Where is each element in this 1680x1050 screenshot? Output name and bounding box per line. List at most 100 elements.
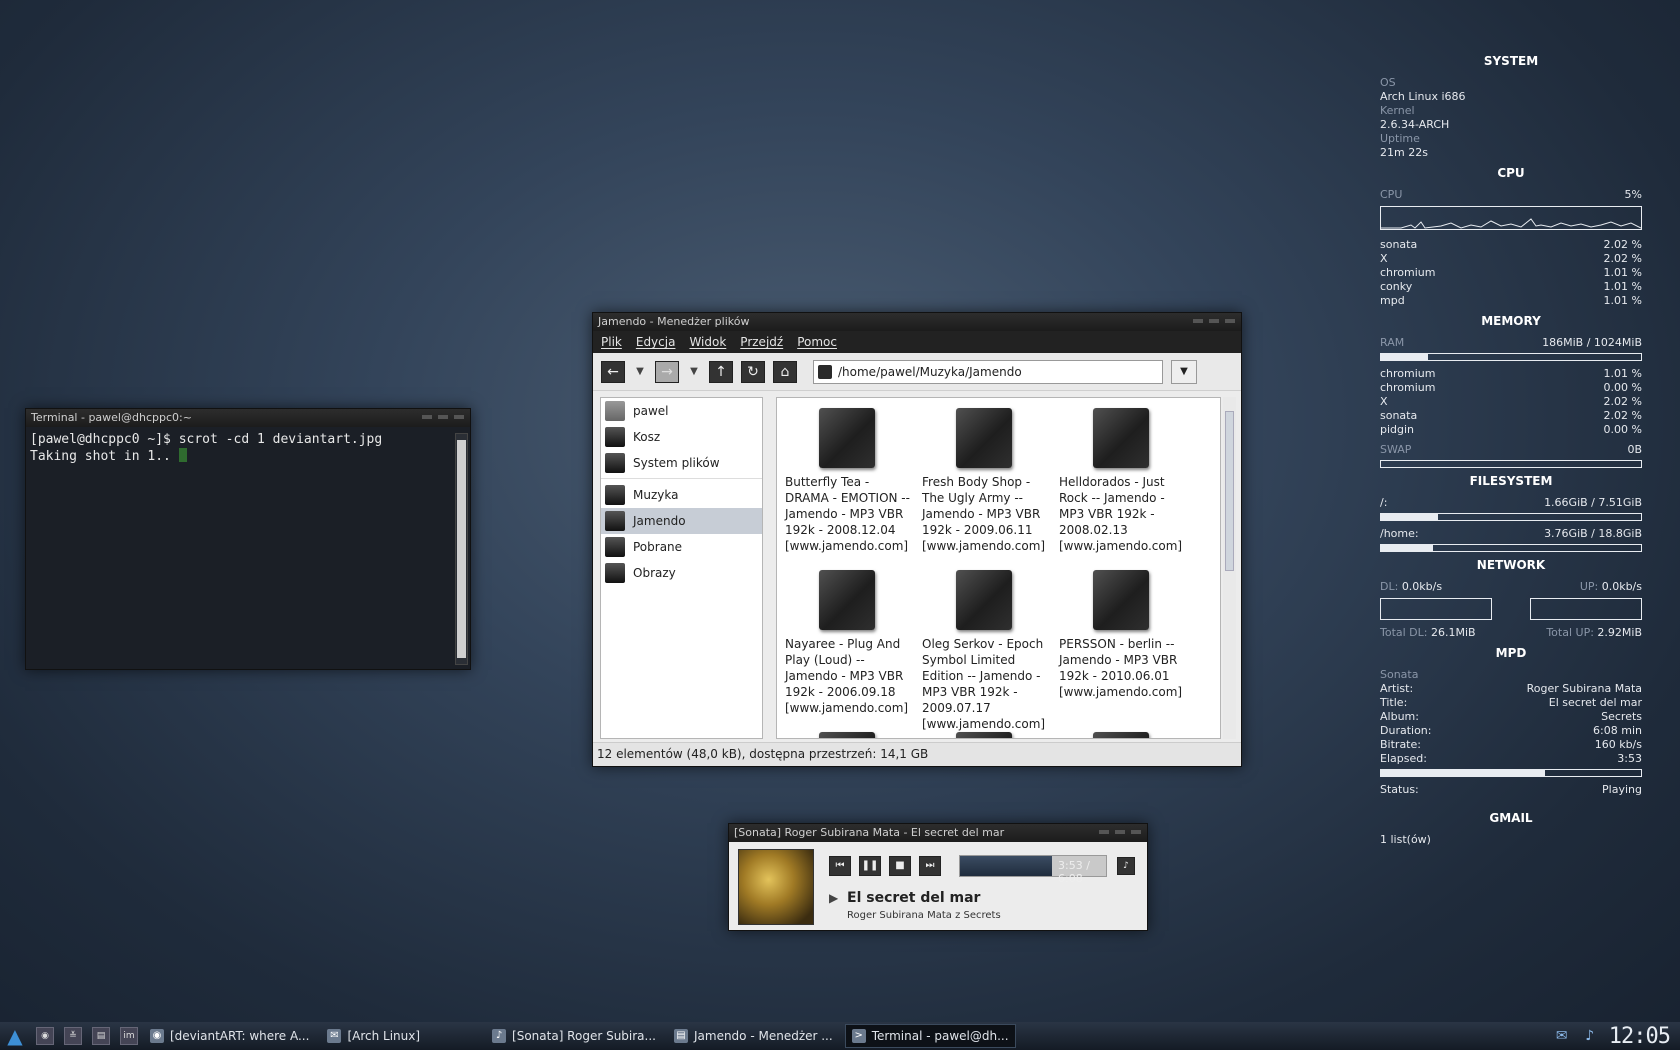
bitrate-value: 160 kb/s (1594, 738, 1642, 751)
back-button[interactable]: ← (601, 360, 625, 383)
file-item[interactable] (922, 732, 1047, 738)
file-item[interactable]: Oleg Serkov - Epoch Symbol Limited Editi… (922, 570, 1047, 732)
volume-button[interactable]: ♪ (1117, 857, 1135, 875)
folder-icon (819, 732, 875, 738)
sidebar-item-system-plikow[interactable]: System plików (601, 450, 762, 476)
menu-przejdz[interactable]: Przejdź (740, 335, 783, 349)
root-label: /: (1380, 496, 1388, 509)
file-item[interactable]: Butterfly Tea - DRAMA - EMOTION -- Jamen… (785, 408, 910, 554)
file-item-label: PERSSON - berlin -- Jamendo - MP3 VBR 19… (1059, 637, 1183, 699)
minimize-button[interactable] (1193, 319, 1203, 323)
file-item[interactable]: PERSSON - berlin -- Jamendo - MP3 VBR 19… (1059, 570, 1184, 700)
chat-tray-icon[interactable]: ✉ (1553, 1028, 1571, 1044)
sidebar-item-jamendo[interactable]: Jamendo (601, 508, 762, 534)
sonata-title: [Sonata] Roger Subirana Mata - El secret… (734, 826, 1005, 839)
file-manager-titlebar[interactable]: Jamendo - Menedżer plików (593, 313, 1241, 331)
up-value: 0.0kb/s (1601, 580, 1642, 593)
folder-icon (605, 485, 625, 505)
home-label: /home: (1380, 527, 1419, 540)
file-manager-window[interactable]: Jamendo - Menedżer plików Plik Edycja Wi… (592, 312, 1242, 767)
system-tray: ✉ ♪ 12:05 (1553, 1024, 1671, 1049)
minimize-button[interactable] (422, 415, 432, 419)
menu-pomoc[interactable]: Pomoc (797, 335, 837, 349)
im-launcher-icon[interactable]: im (120, 1027, 138, 1045)
path-bar[interactable]: /home/pawel/Muzyka/Jamendo (813, 359, 1163, 384)
file-manager-launcher-icon[interactable]: ▤ (92, 1027, 110, 1045)
cpu-proc-name: X (1380, 252, 1388, 265)
maximize-button[interactable] (438, 415, 448, 419)
progress-text: 3:53 / 6:08 (1058, 859, 1090, 885)
menu-widok[interactable]: Widok (689, 335, 726, 349)
file-item[interactable]: Fresh Body Shop - The Ugly Army -- Jamen… (922, 408, 1047, 554)
next-button[interactable]: ⏭ (919, 856, 941, 876)
maximize-button[interactable] (1115, 830, 1125, 834)
cpu-proc-name: chromium (1380, 266, 1436, 279)
back-history-dropdown[interactable]: ▼ (633, 366, 647, 377)
sidebar-item-muzyka[interactable]: Muzyka (601, 482, 762, 508)
terminal-output[interactable]: [pawel@dhcppc0 ~]$ scrot -cd 1 deviantar… (30, 431, 452, 665)
sonata-titlebar[interactable]: [Sonata] Roger Subirana Mata - El secret… (729, 824, 1147, 842)
sidebar-item-label: Obrazy (633, 566, 676, 580)
kernel-value: 2.6.34-ARCH (1380, 118, 1450, 131)
folder-icon (818, 364, 832, 379)
status-value: Playing (1602, 783, 1642, 796)
folder-icon (956, 570, 1012, 630)
taskbar-task[interactable]: > Terminal - pawel@dh... (844, 1024, 1016, 1048)
stop-button[interactable]: ■ (889, 856, 911, 876)
file-item[interactable]: Helldorados - Just Rock -- Jamendo - MP3… (1059, 408, 1184, 554)
clock[interactable]: 12:05 (1609, 1024, 1671, 1049)
sidebar-item-pawel[interactable]: pawel (601, 398, 762, 424)
forward-history-dropdown[interactable]: ▼ (687, 366, 701, 377)
browser-launcher-icon[interactable]: ◉ (36, 1027, 54, 1045)
previous-button[interactable]: ⏮ (829, 856, 851, 876)
taskbar: ▲ ◉ ≚ ▤ im ◉ [deviantART: where A... ✉ [Ar… (0, 1022, 1680, 1050)
menu-plik[interactable]: Plik (601, 335, 622, 349)
album-art[interactable] (738, 849, 814, 925)
terminal-scrollbar[interactable] (455, 433, 468, 665)
pause-button[interactable]: ❚❚ (859, 856, 881, 876)
up-button[interactable]: ↑ (709, 360, 733, 383)
ram-value: 186MiB / 1024MiB (1542, 336, 1642, 349)
file-item[interactable]: Nayaree - Plug And Play (Loud) -- Jamend… (785, 570, 910, 716)
sonata-window[interactable]: [Sonata] Roger Subirana Mata - El secret… (728, 823, 1148, 931)
maximize-button[interactable] (1209, 319, 1219, 323)
terminal-titlebar[interactable]: Terminal - pawel@dhcppc0:~ (26, 409, 470, 427)
minimize-button[interactable] (1099, 830, 1109, 834)
network-title: NETWORK (1476, 558, 1546, 572)
mpd-title: MPD (1495, 646, 1527, 660)
file-grid-scrollbar[interactable] (1223, 397, 1236, 739)
sidebar-item-obrazy[interactable]: Obrazy (601, 560, 762, 586)
total-up-label: Total UP: (1546, 626, 1594, 639)
task-label: [Arch Linux] (347, 1029, 421, 1043)
sidebar-item-kosz[interactable]: Kosz (601, 424, 762, 450)
home-button[interactable]: ⌂ (773, 360, 797, 383)
total-dl-value: 26.1MiB (1431, 626, 1476, 639)
menu-edycja[interactable]: Edycja (636, 335, 676, 349)
folder-icon (819, 570, 875, 630)
taskbar-task[interactable]: ♪ [Sonata] Roger Subira... (486, 1024, 662, 1048)
path-dropdown-button[interactable]: ▼ (1171, 359, 1197, 384)
close-button[interactable] (1131, 830, 1141, 834)
sidebar-item-pobrane[interactable]: Pobrane (601, 534, 762, 560)
music-note-tray-icon[interactable]: ♪ (1581, 1028, 1599, 1044)
system-title: SYSTEM (1483, 54, 1539, 68)
terminal-cursor (178, 448, 187, 462)
arch-logo-icon[interactable]: ▲ (4, 1025, 26, 1047)
taskbar-task[interactable]: ✉ [Arch Linux] (321, 1024, 426, 1048)
terminal-launcher-icon[interactable]: ≚ (64, 1027, 82, 1045)
menu-bar: Plik Edycja Widok Przejdź Pomoc (593, 331, 1241, 353)
mem-proc-value: 0.00 % (1603, 423, 1642, 436)
sidebar-item-label: pawel (633, 404, 669, 418)
taskbar-task[interactable]: ▤ Jamendo - Menedżer ... (668, 1024, 839, 1048)
reload-button[interactable]: ↻ (741, 360, 765, 383)
sidebar-item-label: Pobrane (633, 540, 683, 554)
taskbar-task[interactable]: ◉ [deviantART: where A... (144, 1024, 315, 1048)
close-button[interactable] (454, 415, 464, 419)
file-item[interactable] (785, 732, 910, 738)
terminal-window[interactable]: Terminal - pawel@dhcppc0:~ [pawel@dhcppc… (25, 408, 471, 670)
forward-button[interactable]: → (655, 360, 679, 383)
folder-icon: ▤ (673, 1029, 688, 1043)
close-button[interactable] (1225, 319, 1235, 323)
playback-progress[interactable]: 3:53 / 6:08 (959, 855, 1107, 885)
file-item[interactable] (1059, 732, 1184, 738)
